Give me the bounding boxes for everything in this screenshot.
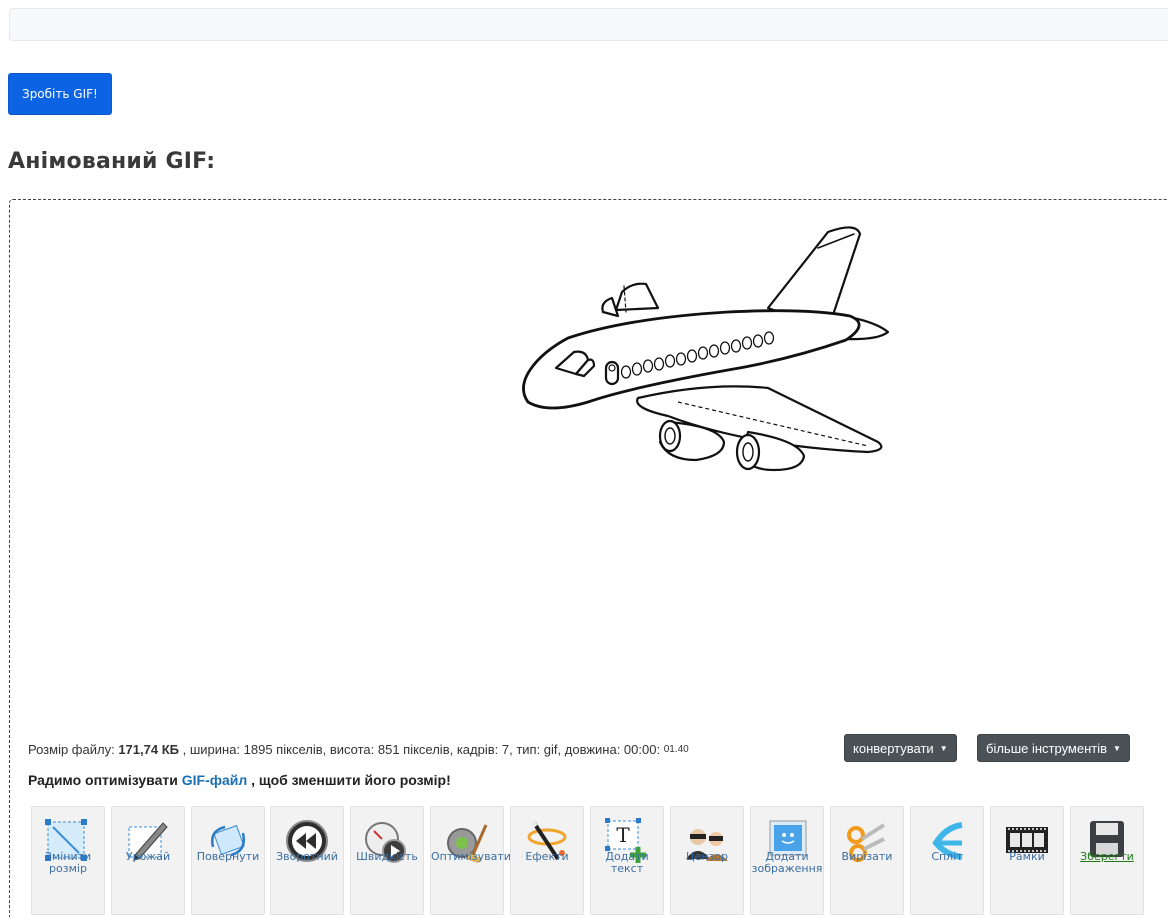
tool-label: Повернути (196, 850, 260, 863)
tool-effects[interactable]: Ефекти (510, 806, 584, 915)
tool-label: Додати зображення (751, 850, 823, 875)
svg-text:T: T (616, 823, 630, 847)
animated-gif-image (28, 220, 1152, 725)
tool-reverse[interactable]: Зворотний (270, 806, 344, 915)
top-input-bar[interactable] (9, 8, 1168, 41)
file-dimensions-text: , ширина: 1895 пікселів, висота: 851 пік… (182, 741, 661, 757)
tool-add-text[interactable]: T Додати текст (590, 806, 664, 915)
length-value: 01.40 (663, 743, 689, 755)
file-size-label: Розмір файлу: (28, 741, 115, 757)
tool-add-image[interactable]: Додати зображення (750, 806, 824, 915)
tool-crop[interactable]: Урожай (111, 806, 185, 915)
tool-optimize[interactable]: Оптимізувати (430, 806, 511, 915)
tool-label: Цензор (685, 850, 729, 863)
tool-label: Швидкість (356, 850, 418, 863)
airplane-illustration (522, 226, 890, 472)
gif-file-link[interactable]: GIF-файл (182, 772, 248, 788)
tool-label: Зворотний (276, 850, 338, 863)
tool-label: Спліт (931, 850, 963, 863)
optimize-suffix: , щоб зменшити його розмір! (251, 772, 451, 788)
optimize-prefix: Радимо оптимізувати (28, 772, 178, 788)
make-gif-button[interactable]: Зробіть GIF! (8, 73, 112, 115)
optimize-suggestion: Радимо оптимізувати GIF-файл , щоб зменш… (28, 772, 451, 788)
tool-rotate[interactable]: Повернути (191, 806, 265, 915)
tool-label: Ефекти (525, 850, 569, 863)
tool-save[interactable]: Зберегти (1070, 806, 1144, 915)
section-title: Анімований GIF: (8, 149, 216, 174)
tool-label: Урожай (125, 850, 171, 863)
caret-down-icon: ▼ (1113, 743, 1121, 753)
tool-speed[interactable]: Швидкість (350, 806, 424, 915)
caret-down-icon: ▼ (939, 743, 948, 753)
convert-dropdown-button[interactable]: конвертувати ▼ (844, 734, 957, 762)
tool-cut[interactable]: Вирізати (830, 806, 904, 915)
tool-label: Змінити розмір (44, 850, 92, 875)
tool-label: Оптимізувати (431, 850, 511, 863)
convert-label: конвертувати (853, 740, 934, 756)
tool-label: Зберегти (1080, 850, 1134, 863)
file-info-line: Розмір файлу: 171,74 КБ , ширина: 1895 п… (28, 740, 689, 758)
tool-resize[interactable]: Змінити розмір (31, 806, 105, 915)
tool-label: Рамки (1009, 850, 1045, 863)
file-size-value: 171,74 КБ (118, 741, 179, 757)
more-tools-label: більше інструментів (986, 740, 1108, 756)
tool-label: Додати текст (605, 850, 649, 875)
tool-label: Вирізати (841, 850, 893, 863)
tool-censor[interactable]: Цензор (670, 806, 744, 915)
tool-frames[interactable]: Рамки (990, 806, 1064, 915)
more-tools-dropdown-button[interactable]: більше інструментів ▼ (977, 734, 1130, 762)
tool-split[interactable]: Спліт (910, 806, 984, 915)
